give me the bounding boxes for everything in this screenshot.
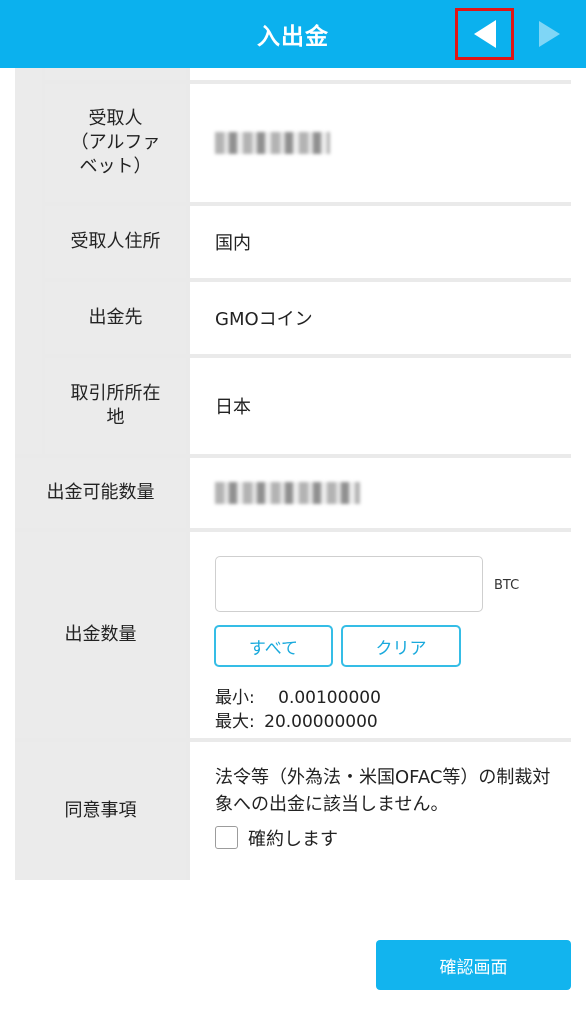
app-header: 入出金 — [0, 0, 586, 68]
withdrawable-amount-value — [190, 458, 571, 528]
withdraw-amount-input[interactable] — [215, 556, 483, 612]
clear-button[interactable]: クリア — [341, 625, 461, 667]
next-page-button[interactable] — [532, 14, 566, 54]
consent-statement: 法令等（外為法・米国OFAC等）の制裁対象への出金に該当しません。 — [215, 767, 551, 815]
triangle-left-icon — [473, 20, 496, 48]
destination-label: 出金先 — [45, 282, 186, 354]
previous-page-button[interactable] — [455, 8, 514, 60]
maximum-label: 最大: — [215, 712, 255, 732]
partial-row-value — [190, 68, 571, 80]
exchange-location-value: 日本 — [190, 358, 571, 454]
maximum-value: 20.00000000 — [264, 712, 378, 732]
recipient-alphabet-label: 受取人 （アルファ ベット） — [45, 84, 186, 202]
minimum-amount: 最小: 0.00100000 — [215, 683, 381, 708]
nested-rows-indent — [15, 68, 42, 454]
consent-checkbox-label[interactable]: 確約します — [248, 825, 338, 851]
redacted-recipient-name — [215, 132, 330, 154]
consent-label: 同意事項 — [15, 742, 186, 880]
minimum-value: 0.00100000 — [278, 688, 381, 708]
recipient-address-label: 受取人住所 — [45, 206, 186, 278]
minimum-label: 最小: — [215, 688, 255, 708]
page-title: 入出金 — [257, 24, 329, 50]
maximum-amount: 最大: 20.00000000 — [215, 707, 378, 732]
withdrawable-amount-label: 出金可能数量 — [15, 458, 186, 528]
confirm-screen-button[interactable]: 確認画面 — [376, 940, 571, 990]
partial-row-label — [45, 68, 186, 80]
withdraw-amount-label: 出金数量 — [15, 532, 186, 738]
triangle-right-icon — [538, 21, 560, 47]
destination-value: GMOコイン — [190, 282, 571, 354]
recipient-address-value: 国内 — [190, 206, 571, 278]
currency-unit: BTC — [494, 578, 520, 593]
redacted-withdrawable-amount — [215, 482, 360, 504]
select-all-button[interactable]: すべて — [214, 625, 333, 667]
recipient-alphabet-value — [190, 84, 571, 202]
consent-checkbox[interactable] — [215, 826, 238, 849]
exchange-location-label: 取引所所在 地 — [45, 358, 186, 454]
